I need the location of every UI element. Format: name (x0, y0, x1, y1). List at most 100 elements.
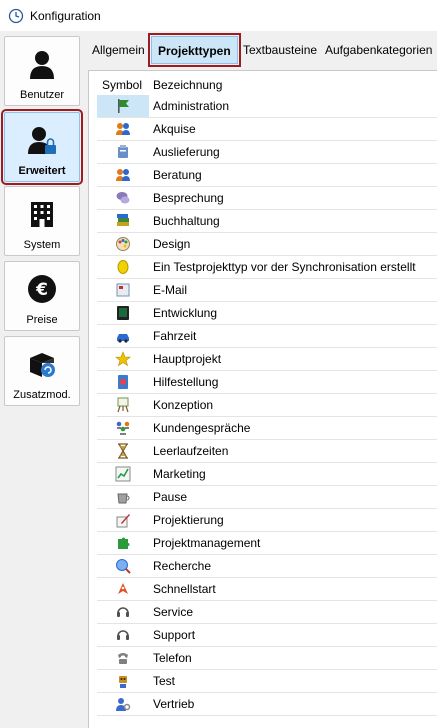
headset-icon (117, 607, 129, 617)
table-row[interactable]: Akquise (97, 118, 437, 141)
person-gear-icon (116, 698, 131, 711)
tab-aufgabenkategorien[interactable]: Aufgabenkategorien (325, 43, 432, 57)
table-row[interactable]: Auslieferung (97, 141, 437, 164)
table-row[interactable]: Vertrieb (97, 693, 437, 716)
row-name: Buchhaltung (153, 214, 220, 228)
row-name: Administration (153, 99, 230, 113)
rocket-icon (118, 583, 128, 594)
package-icon (118, 145, 128, 158)
row-symbol-cell (97, 440, 149, 462)
row-name: Marketing (153, 467, 206, 481)
table-row[interactable]: Buchhaltung (97, 210, 437, 233)
row-symbol-cell (97, 670, 149, 692)
chat-icon (116, 192, 130, 204)
hourglass-icon (118, 443, 128, 459)
sidebar-item-zusatzmod[interactable]: Zusatzmod. (4, 336, 80, 406)
row-symbol-cell (97, 279, 149, 301)
sidebar-item-label: Benutzer (19, 89, 65, 101)
row-name: Telefon (153, 651, 192, 665)
chart-icon (115, 466, 131, 482)
svg-text:€: € (35, 280, 48, 300)
row-name: Design (153, 237, 191, 251)
table-row[interactable]: Kundengespräche (97, 417, 437, 440)
row-name: Projektmanagement (153, 536, 261, 550)
row-name: Schnellstart (153, 582, 216, 596)
globe-search-icon (116, 559, 131, 574)
table-row[interactable]: Support (97, 624, 437, 647)
sidebar-item-label: Preise (26, 314, 58, 326)
table-row[interactable]: Leerlaufzeiten (97, 440, 437, 463)
project-types-panel: Symbol Bezeichnung Administration Akquise… (88, 70, 437, 728)
column-header-bezeichnung[interactable]: Bezeichnung (153, 78, 222, 92)
pencil-icon (116, 514, 130, 528)
row-name: Service (153, 605, 194, 619)
table-row[interactable]: Design (97, 233, 437, 256)
gear-clock-icon (8, 8, 24, 23)
row-symbol-cell (97, 532, 149, 554)
sidebar-item-erweitert[interactable]: Erweitert (1, 109, 83, 185)
table-row[interactable]: Recherche (97, 555, 437, 578)
sidebar-item-preise[interactable]: € Preise (4, 261, 80, 331)
row-symbol-cell (97, 233, 149, 255)
table-row[interactable]: Service (97, 601, 437, 624)
puzzle-icon (118, 537, 130, 549)
table-row[interactable]: Hauptprojekt (97, 348, 437, 371)
row-name: E-Mail (153, 283, 188, 297)
sidebar-item-system[interactable]: System (4, 186, 80, 256)
row-name: Support (153, 628, 196, 642)
help-book-icon (118, 375, 128, 389)
user-icon (30, 51, 54, 79)
row-name: Pause (153, 490, 188, 504)
row-symbol-cell (97, 555, 149, 577)
flag-icon (118, 99, 129, 113)
row-symbol-cell (97, 693, 149, 715)
table-row[interactable]: Ein Testprojekttyp vor der Synchronisati… (97, 256, 437, 279)
headset-icon (117, 630, 129, 640)
row-symbol-cell (97, 141, 149, 163)
row-name: Projektierung (153, 513, 224, 527)
table-row[interactable]: Besprechung (97, 187, 437, 210)
mail-icon (116, 283, 130, 297)
table-row[interactable]: Fahrzeit (97, 325, 437, 348)
title-bar: Konfiguration (0, 0, 437, 31)
row-name: Auslieferung (153, 145, 220, 159)
table-row[interactable]: Schnellstart (97, 578, 437, 601)
row-symbol-cell (97, 256, 149, 278)
table-row[interactable]: Konzeption (97, 394, 437, 417)
people-icon (116, 169, 130, 181)
tab-textbausteine[interactable]: Textbausteine (243, 43, 317, 57)
table-row[interactable]: Hilfestellung (97, 371, 437, 394)
sidebar-item-label: Erweitert (18, 165, 66, 177)
window-title: Konfiguration (30, 8, 101, 23)
row-symbol-cell (97, 647, 149, 669)
row-name: Leerlaufzeiten (153, 444, 229, 458)
column-header-symbol[interactable]: Symbol (102, 78, 142, 92)
easel-icon (117, 397, 129, 413)
row-symbol-cell (97, 417, 149, 439)
row-symbol-cell (97, 95, 149, 117)
table-row[interactable]: Telefon (97, 647, 437, 670)
table-row[interactable]: Pause (97, 486, 437, 509)
table-row[interactable]: Projektmanagement (97, 532, 437, 555)
row-symbol-cell (97, 486, 149, 508)
box-module-icon (30, 353, 55, 377)
people-icon (116, 123, 130, 135)
phone-icon (118, 653, 128, 664)
table-row[interactable]: E-Mail (97, 279, 437, 302)
table-row[interactable]: Beratung (97, 164, 437, 187)
tab-projekttypen[interactable]: Projekttypen (148, 33, 241, 67)
table-row[interactable]: Entwicklung (97, 302, 437, 325)
row-symbol-cell (97, 601, 149, 623)
car-icon (117, 334, 129, 343)
table-row[interactable]: Test (97, 670, 437, 693)
sidebar-item-benutzer[interactable]: Benutzer (4, 36, 80, 106)
cup-icon (117, 493, 130, 504)
table-row[interactable]: Projektierung (97, 509, 437, 532)
row-symbol-cell (97, 624, 149, 646)
project-type-list: Administration Akquise Auslieferung Beratun… (97, 95, 437, 716)
row-symbol-cell (97, 348, 149, 370)
row-name: Entwicklung (153, 306, 218, 320)
table-row[interactable]: Administration (97, 95, 437, 118)
table-row[interactable]: Marketing (97, 463, 437, 486)
tab-allgemein[interactable]: Allgemein (92, 43, 145, 57)
